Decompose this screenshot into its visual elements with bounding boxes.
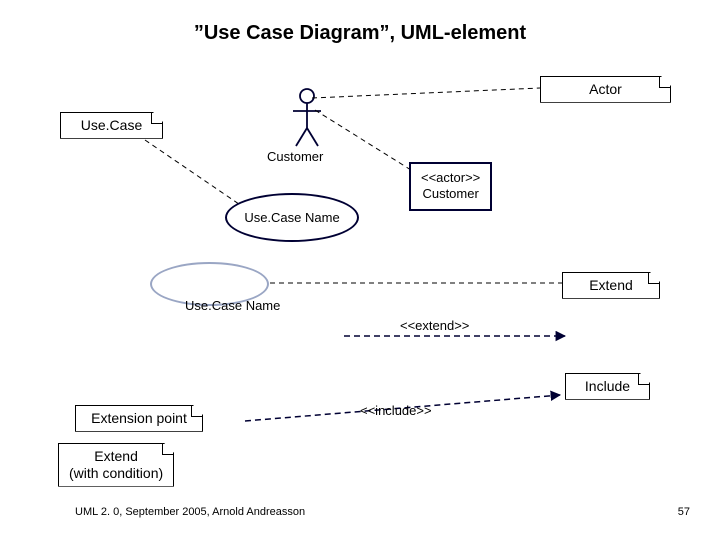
footer-text: UML 2. 0, September 2005, Arnold Andreas… (75, 506, 305, 518)
note-extend: Extend (562, 272, 660, 299)
usecase-secondary-label: Use.Case Name (185, 298, 280, 313)
stick-actor-label: Customer (267, 149, 323, 164)
note-include: Include (565, 373, 650, 400)
page-title: ”Use Case Diagram”, UML-element (0, 22, 720, 45)
extend-label: <<extend>> (400, 318, 469, 333)
note-extend-condition-line2: (with condition) (69, 465, 163, 481)
actor-box: <<actor>> Customer (409, 162, 492, 211)
actor-stereotype: <<actor>> (421, 170, 480, 185)
note-extension-point: Extension point (75, 405, 203, 432)
note-actor: Actor (540, 76, 671, 103)
include-label: <<include>> (360, 403, 432, 418)
note-extend-condition-line1: Extend (94, 448, 138, 464)
note-extend-condition: Extend (with condition) (58, 443, 174, 487)
page-number: 57 (678, 506, 690, 518)
actor-name: Customer (422, 186, 478, 201)
note-usecase: Use.Case (60, 112, 163, 139)
usecase-primary: Use.Case Name (225, 193, 359, 242)
